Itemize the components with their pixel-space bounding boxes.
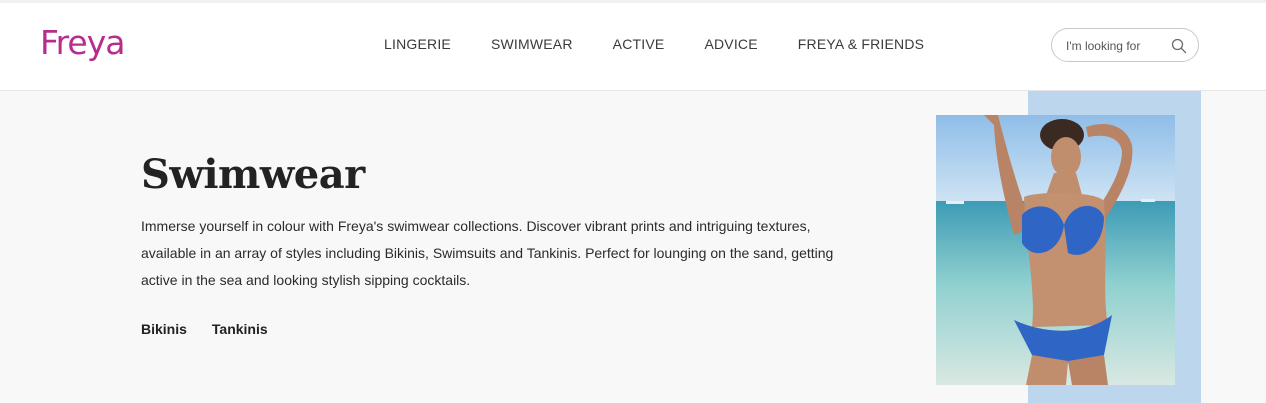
site-header: Freya LINGERIE SWIMWEAR ACTIVE ADVICE FR… xyxy=(0,3,1266,91)
category-link-tankinis[interactable]: Tankinis xyxy=(212,321,268,337)
nav-item-lingerie[interactable]: LINGERIE xyxy=(384,36,451,52)
nav-item-advice[interactable]: ADVICE xyxy=(704,36,757,52)
nav-item-active[interactable]: ACTIVE xyxy=(613,36,665,52)
brand-logo[interactable]: Freya xyxy=(40,23,125,62)
hero-banner: Swimwear Immerse yourself in colour with… xyxy=(0,91,1266,403)
main-navigation: LINGERIE SWIMWEAR ACTIVE ADVICE FREYA & … xyxy=(384,36,964,52)
category-link-bikinis[interactable]: Bikinis xyxy=(141,321,187,337)
search-input[interactable] xyxy=(1066,37,1162,54)
search-icon[interactable] xyxy=(1171,38,1187,54)
hero-description: Immerse yourself in colour with Freya's … xyxy=(141,218,834,288)
page-title: Swimwear xyxy=(141,151,365,198)
nav-item-swimwear[interactable]: SWIMWEAR xyxy=(491,36,573,52)
category-links: Bikinis Tankinis xyxy=(141,321,293,337)
hero-photo xyxy=(936,115,1175,385)
search-box xyxy=(1051,28,1199,62)
nav-item-freya-friends[interactable]: FREYA & FRIENDS xyxy=(798,36,924,52)
